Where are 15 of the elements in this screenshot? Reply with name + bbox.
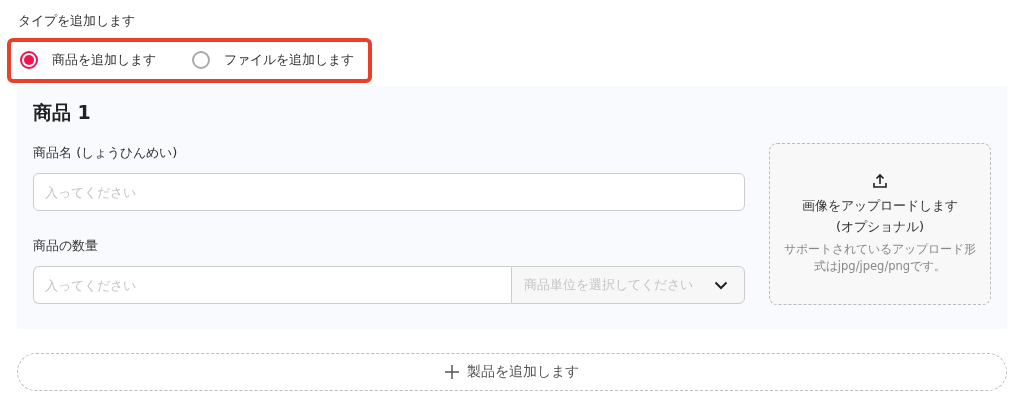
field-label: 商品の数量 xyxy=(33,237,99,255)
add-product-button[interactable]: 製品を追加します xyxy=(17,353,1007,391)
radio-icon[interactable] xyxy=(20,51,38,69)
upload-title: 画像をアップロードします (オプショナル) xyxy=(801,197,959,236)
image-upload-area[interactable]: 画像をアップロードします (オプショナル) サポートされているアップロード形式はjpg/jpeg/pngです。 xyxy=(769,143,991,305)
card-title: 商品 1 xyxy=(33,100,92,125)
field-label: 商品名 (しょうひんめい) xyxy=(33,144,179,162)
upload-hint: サポートされているアップロード形式はjpg/jpeg/pngです。 xyxy=(783,241,977,275)
chevron-down-icon xyxy=(714,280,728,290)
upload-icon xyxy=(872,173,888,189)
radio-option[interactable]: 商品を追加します xyxy=(20,51,156,69)
radio-option[interactable]: ファイルを追加します xyxy=(192,51,354,69)
field-label: タイプを追加します xyxy=(18,12,136,30)
plus-icon xyxy=(445,365,459,379)
radio-icon[interactable] xyxy=(192,51,210,69)
